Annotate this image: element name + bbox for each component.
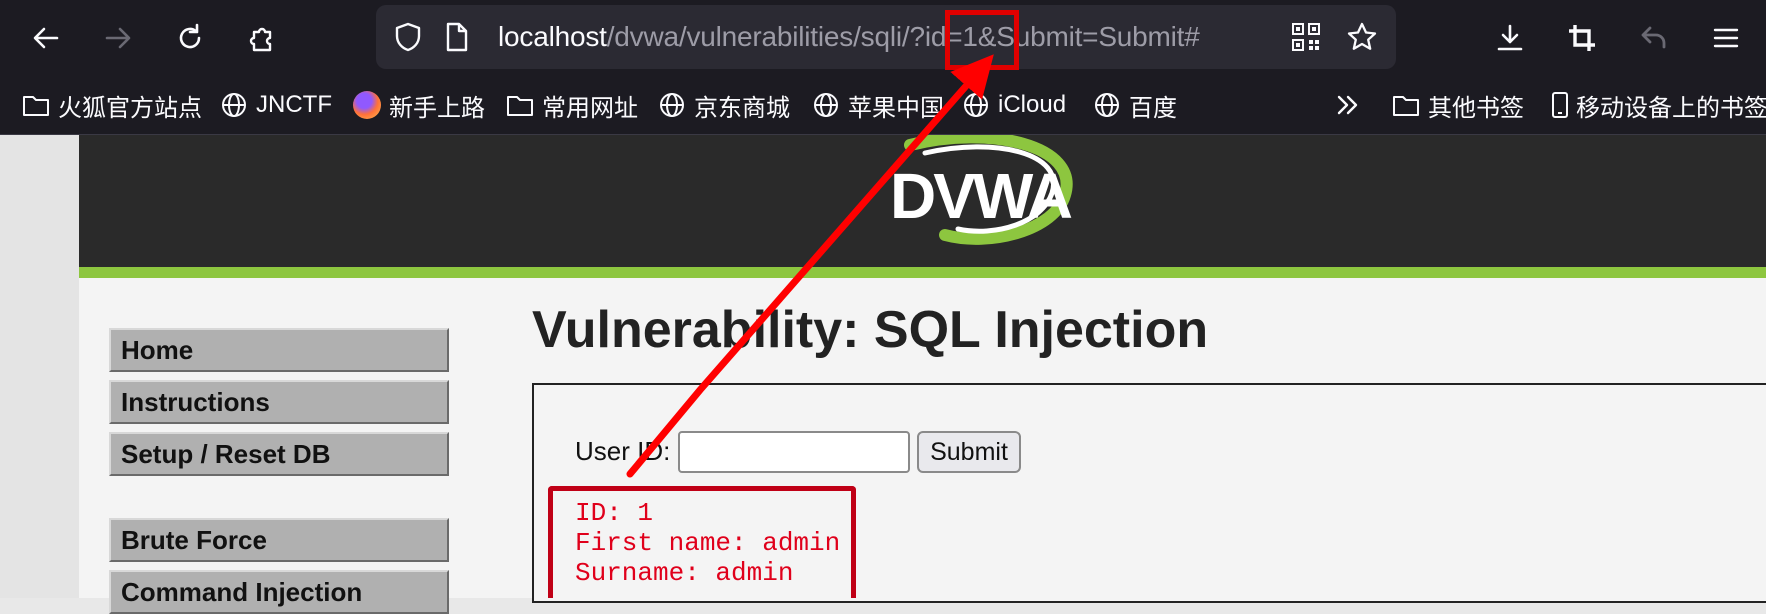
back-arrow-icon (33, 27, 59, 49)
crop-icon (1569, 25, 1595, 51)
qr-code-icon[interactable] (1290, 21, 1322, 53)
app-menu-button[interactable] (1706, 18, 1746, 58)
bookmark-common-sites[interactable]: 常用网址 (506, 89, 638, 122)
url-path: /dvwa/vulnerabilities/sqli/?id=1&Submit=… (606, 21, 1200, 52)
menu-instructions[interactable]: Instructions (109, 380, 449, 424)
puzzle-icon (249, 27, 272, 52)
forward-button[interactable] (98, 18, 138, 58)
user-id-label: User ID: (575, 436, 671, 466)
extensions-button[interactable] (242, 18, 282, 58)
firefox-icon (353, 91, 381, 119)
star-bookmark-icon[interactable] (1346, 21, 1378, 53)
globe-icon (1095, 93, 1119, 117)
bookmark-baidu[interactable]: 百度 (1093, 89, 1177, 122)
undo-button[interactable] (1634, 18, 1674, 58)
forward-arrow-icon (105, 27, 131, 49)
bookmarks-overflow-button[interactable] (1334, 89, 1370, 121)
menu-command-injection[interactable]: Command Injection (109, 570, 449, 614)
other-bookmarks[interactable]: 其他书签 (1392, 89, 1524, 122)
shield-icon[interactable] (392, 21, 424, 53)
url-text[interactable]: localhost/dvwa/vulnerabilities/sqli/?id=… (498, 19, 1200, 55)
globe-icon (660, 93, 684, 117)
bookmark-label: JNCTF (256, 91, 332, 118)
page-title: Vulnerability: SQL Injection (532, 301, 1209, 359)
folder-icon (23, 96, 49, 116)
url-parameter-highlight (945, 10, 1019, 70)
submit-button[interactable]: Submit (917, 431, 1021, 473)
logo-text: DVWA (890, 160, 1073, 232)
bookmark-jnctf[interactable]: JNCTF (220, 89, 332, 121)
bookmark-label: 京东商城 (694, 94, 790, 122)
page-icon[interactable] (440, 21, 472, 53)
bookmark-label: 苹果中国 (848, 94, 944, 122)
hamburger-menu-icon (1713, 28, 1739, 48)
bookmark-huohu[interactable]: 火狐官方站点 (22, 89, 202, 122)
result-highlight (548, 486, 856, 598)
bookmark-label: 百度 (1129, 94, 1177, 122)
download-icon (1497, 24, 1523, 51)
reload-button[interactable] (170, 18, 210, 58)
dvwa-logo: DVWA (870, 135, 1090, 247)
globe-icon (222, 93, 246, 117)
url-bar[interactable]: localhost/dvwa/vulnerabilities/sqli/?id=… (376, 5, 1396, 69)
bookmark-label: 新手上路 (389, 94, 485, 122)
globe-icon (814, 93, 838, 117)
screenshot-crop-button[interactable] (1562, 18, 1602, 58)
double-chevron-icon (1337, 95, 1358, 115)
mobile-device-icon (1552, 92, 1568, 118)
bookmark-label: 常用网址 (542, 94, 638, 122)
bookmark-label: 其他书签 (1428, 94, 1524, 122)
undo-arrow-icon (1641, 26, 1666, 49)
bookmark-jd[interactable]: 京东商城 (658, 89, 790, 122)
browser-toolbar: localhost/dvwa/vulnerabilities/sqli/?id=… (0, 0, 1766, 76)
menu-setup-reset-db[interactable]: Setup / Reset DB (109, 432, 449, 476)
bookmark-label: iCloud (998, 91, 1067, 118)
folder-icon (507, 96, 533, 116)
downloads-button[interactable] (1490, 18, 1530, 58)
folder-icon (1393, 96, 1419, 116)
bookmark-getting-started[interactable]: 新手上路 (353, 89, 485, 122)
url-host: localhost (498, 21, 607, 52)
bookmark-label: 移动设备上的书签 (1576, 94, 1766, 122)
menu-brute-force[interactable]: Brute Force (109, 518, 449, 562)
reload-icon (179, 23, 201, 49)
bookmark-apple-china[interactable]: 苹果中国 (812, 89, 944, 122)
bookmark-icloud[interactable]: iCloud (962, 89, 1066, 121)
globe-icon (964, 93, 988, 117)
mobile-bookmarks[interactable]: 移动设备上的书签 (1546, 89, 1766, 122)
bookmark-label: 火狐官方站点 (58, 94, 202, 122)
back-button[interactable] (26, 18, 66, 58)
user-id-input[interactable] (678, 431, 910, 473)
menu-home[interactable]: Home (109, 328, 449, 372)
